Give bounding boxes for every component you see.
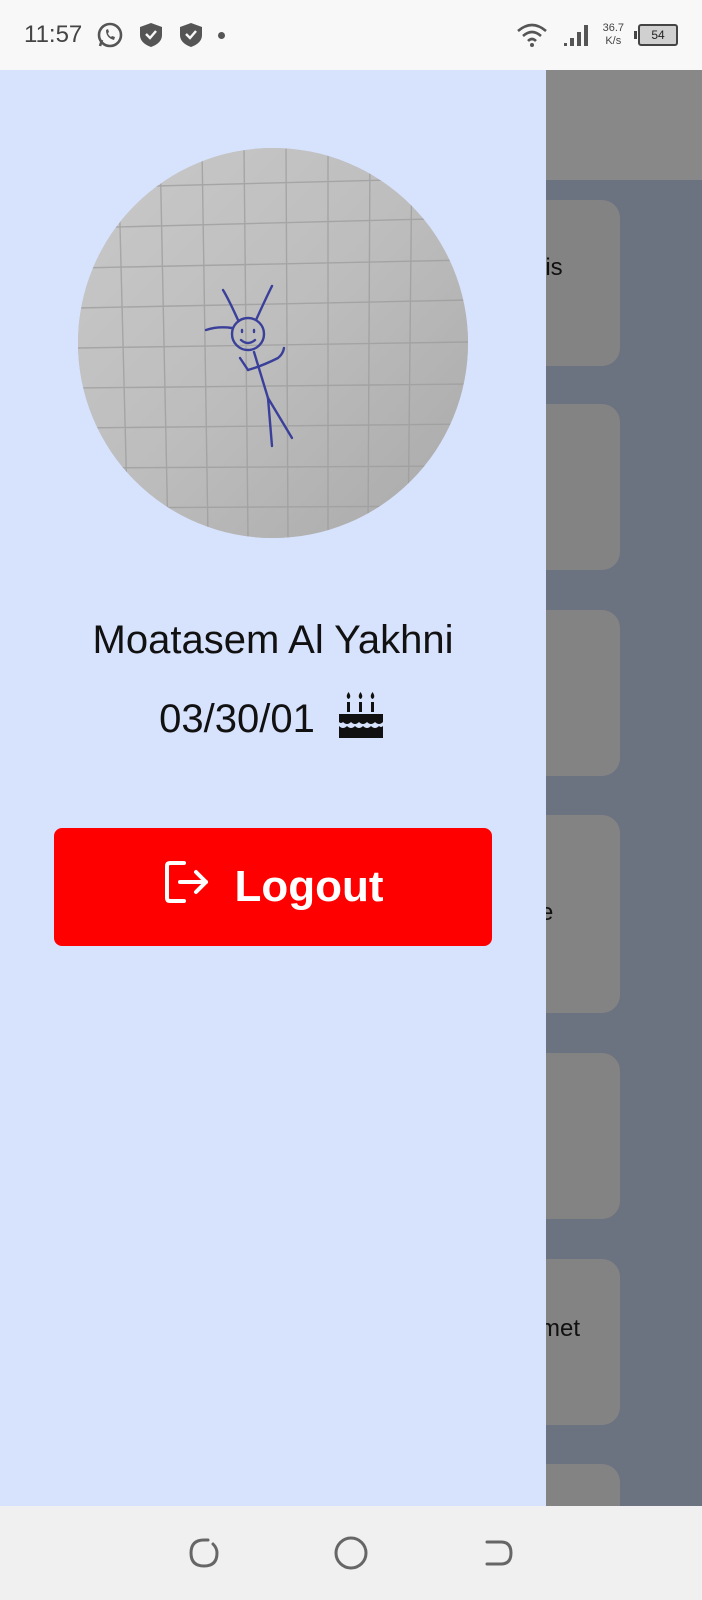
- user-name: Moatasem Al Yakhni: [92, 618, 454, 662]
- status-time: 11:57: [24, 21, 83, 48]
- birthday-date: 03/30/01: [159, 696, 315, 741]
- birthday-row: 03/30/01: [0, 688, 546, 750]
- net-speed-unit: K/s: [605, 35, 622, 47]
- birthday-cake-icon: [335, 688, 387, 750]
- logout-icon: [162, 857, 212, 918]
- status-left: 11:57: [24, 21, 226, 49]
- dot-icon: [218, 31, 226, 39]
- shield-icon: [138, 21, 164, 49]
- net-speed-value: 36.7: [602, 22, 624, 34]
- recent-apps-icon[interactable]: [174, 1523, 234, 1583]
- navigation-bar: [0, 1506, 702, 1600]
- navigation-drawer: Moatasem Al Yakhni 03/30/01 Logout: [0, 70, 546, 1506]
- status-right: 36.7 K/s 54: [515, 22, 678, 48]
- logout-button[interactable]: Logout: [54, 828, 492, 946]
- shield-icon: [178, 21, 204, 49]
- whatsapp-icon: [96, 21, 124, 49]
- avatar-image: [78, 148, 468, 538]
- signal-icon: [563, 23, 589, 47]
- status-bar: 11:57 36.7 K/s 54: [0, 0, 702, 70]
- back-icon[interactable]: [468, 1523, 528, 1583]
- list-item-label: met: [540, 1315, 581, 1342]
- wifi-icon: [515, 22, 549, 48]
- home-icon[interactable]: [321, 1523, 381, 1583]
- avatar[interactable]: [78, 148, 468, 538]
- logout-label: Logout: [234, 862, 384, 911]
- net-speed: 36.7 K/s: [603, 22, 624, 48]
- battery-icon: 54: [634, 24, 678, 46]
